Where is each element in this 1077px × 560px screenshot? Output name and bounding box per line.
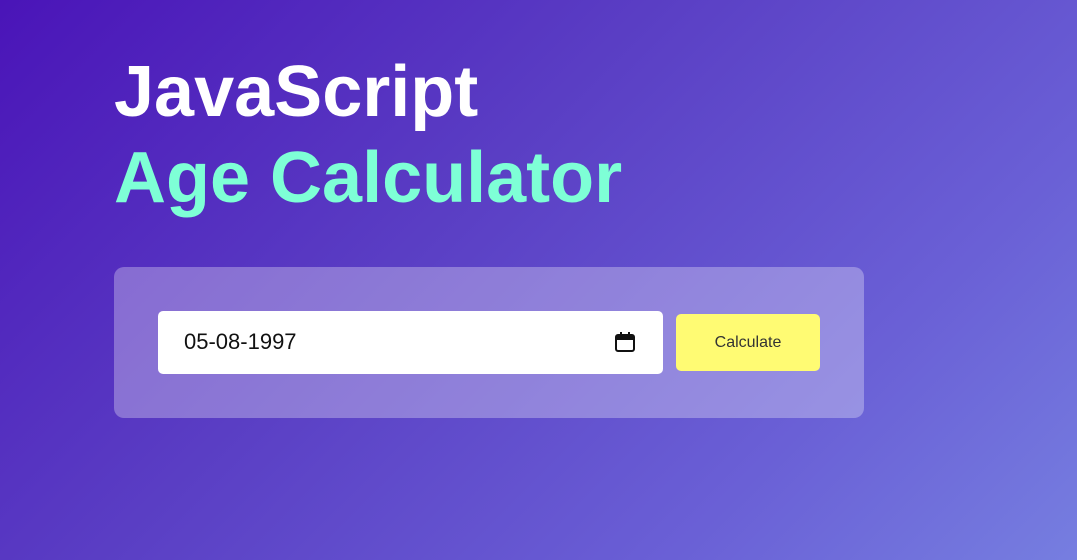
- birthdate-input[interactable]: 05-08-1997: [158, 311, 663, 374]
- birthdate-value[interactable]: 05-08-1997: [184, 329, 297, 355]
- page-header: JavaScript Age Calculator: [114, 50, 622, 220]
- calendar-icon[interactable]: [614, 331, 636, 353]
- calculator-card: 05-08-1997 Calculate: [114, 267, 864, 418]
- page-title: JavaScript: [114, 52, 479, 132]
- page-subtitle: Age Calculator: [114, 138, 623, 218]
- calculate-button[interactable]: Calculate: [676, 314, 820, 371]
